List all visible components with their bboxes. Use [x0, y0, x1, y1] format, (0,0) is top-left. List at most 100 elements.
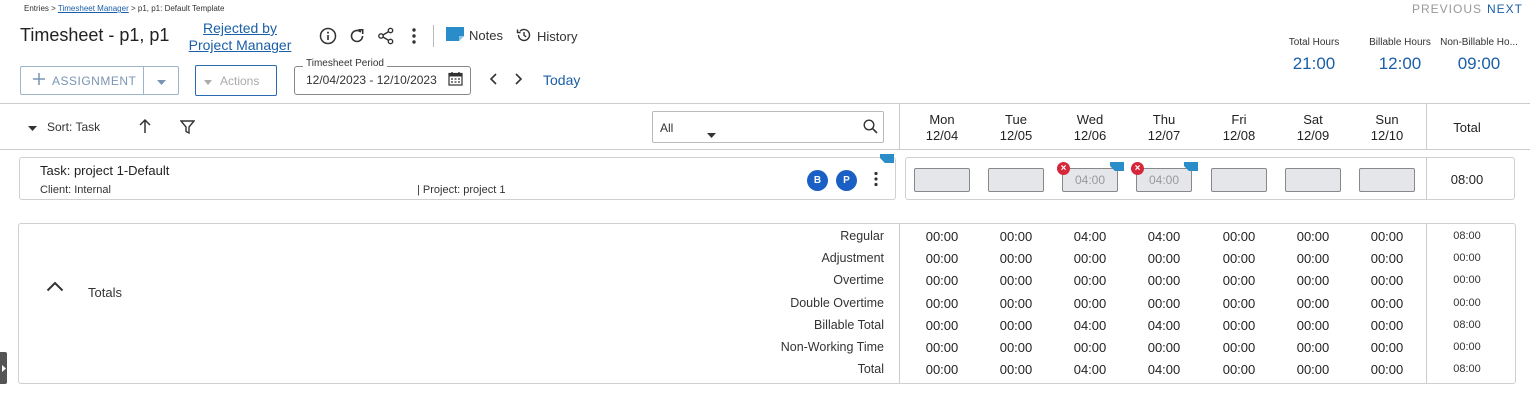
totals-cell-sat: 00:00: [1296, 273, 1330, 288]
filter-icon[interactable]: [179, 120, 196, 139]
hours-input-thu[interactable]: 04:00: [1136, 168, 1192, 192]
calendar-icon[interactable]: [448, 71, 463, 91]
day-date: 12/08: [1222, 128, 1256, 143]
history-label: History: [537, 29, 578, 44]
breadcrumb-root[interactable]: Entries: [24, 4, 49, 13]
totals-cell-sun: 00:00: [1370, 340, 1404, 355]
side-panel-toggle[interactable]: [0, 352, 7, 384]
info-icon[interactable]: [317, 25, 339, 47]
collapse-totals-icon[interactable]: [46, 279, 64, 297]
status-link[interactable]: Rejected by Project Manager: [180, 20, 300, 54]
totals-cell-sun: 00:00: [1370, 229, 1404, 244]
totals-cell-mon: 00:00: [925, 318, 959, 333]
previous-button[interactable]: PREVIOUS: [1412, 2, 1482, 16]
totals-cell-fri: 00:00: [1222, 229, 1256, 244]
page-title: Timesheet - p1, p1: [20, 25, 170, 45]
task-filter-dropdown[interactable]: [652, 111, 884, 143]
hours-input-mon[interactable]: [914, 168, 970, 192]
day-name: Fri: [1231, 112, 1247, 127]
totals-cell-tue: 00:00: [999, 251, 1033, 266]
assignment-dropdown-button[interactable]: [143, 66, 179, 95]
today-button[interactable]: Today: [543, 72, 580, 88]
day-name: Sun: [1375, 112, 1399, 127]
totals-row-label: Double Overtime: [790, 296, 884, 310]
column-separator: [899, 103, 900, 149]
hours-input-wed[interactable]: 04:00: [1062, 168, 1118, 192]
header-divider: [0, 149, 1530, 150]
assignment-label: ASSIGNMENT: [52, 73, 137, 88]
search-icon[interactable]: [863, 119, 878, 139]
caret-down-icon: [156, 72, 166, 90]
breadcrumb-separator: >: [128, 4, 138, 13]
totals-cell-wed: 04:00: [1073, 362, 1107, 377]
totals-cell-sun: 00:00: [1370, 318, 1404, 333]
hours-input-tue[interactable]: [988, 168, 1044, 192]
header-divider: [0, 103, 1530, 104]
totals-cell-thu: 00:00: [1147, 251, 1181, 266]
refresh-icon[interactable]: [346, 25, 368, 47]
totals-cell-thu: 00:00: [1147, 340, 1181, 355]
sort-control[interactable]: Sort: Task: [28, 120, 100, 134]
task-more-icon[interactable]: [873, 171, 879, 192]
totals-cell-wed: 00:00: [1073, 273, 1107, 288]
notes-button[interactable]: Notes: [446, 27, 503, 44]
totals-cell-tue: 00:00: [999, 318, 1033, 333]
day-date: 12/06: [1073, 128, 1107, 143]
totals-row-total: 08:00: [1453, 319, 1481, 331]
share-icon[interactable]: [375, 25, 397, 47]
totals-cell-wed: 00:00: [1073, 296, 1107, 311]
more-vertical-icon[interactable]: [403, 25, 425, 47]
totals-row-label: Adjustment: [821, 251, 884, 265]
day-header-wed: Wed 12/06: [1053, 112, 1127, 144]
day-date: 12/04: [925, 128, 959, 143]
billable-badge[interactable]: B: [807, 170, 828, 191]
history-button[interactable]: History: [516, 27, 577, 46]
rejected-error-icon[interactable]: ×: [1057, 162, 1070, 175]
day-date: 12/07: [1147, 128, 1181, 143]
hours-input-sun[interactable]: [1359, 168, 1415, 192]
history-icon: [516, 27, 532, 46]
notes-label: Notes: [469, 28, 503, 43]
day-header-tue: Tue 12/05: [979, 112, 1053, 144]
task-project: | Project: project 1: [417, 184, 506, 196]
sort-label: Sort: Task: [47, 120, 101, 134]
breadcrumb-timesheet-manager[interactable]: Timesheet Manager: [58, 4, 129, 13]
totals-cell-thu: 04:00: [1147, 229, 1181, 244]
totals-cell-thu: 00:00: [1147, 273, 1181, 288]
totals-cell-wed: 04:00: [1073, 318, 1107, 333]
totals-cell-fri: 00:00: [1222, 251, 1256, 266]
totals-cell-fri: 00:00: [1222, 296, 1256, 311]
day-name: Tue: [1005, 112, 1027, 127]
totals-cell-tue: 00:00: [999, 340, 1033, 355]
totals-cell-tue: 00:00: [999, 362, 1033, 377]
column-separator: [1426, 224, 1427, 383]
totals-cell-wed: 04:00: [1073, 229, 1107, 244]
totals-cell-thu: 00:00: [1147, 296, 1181, 311]
totals-cell-mon: 00:00: [925, 362, 959, 377]
totals-row-total: 00:00: [1453, 252, 1481, 264]
sort-ascending-icon[interactable]: [138, 118, 152, 139]
day-name: Mon: [929, 112, 955, 127]
next-button[interactable]: NEXT: [1487, 2, 1523, 16]
totals-row-total: 00:00: [1453, 341, 1481, 353]
totals-cell-mon: 00:00: [925, 251, 959, 266]
totals-cell-fri: 00:00: [1222, 362, 1256, 377]
timesheet-period-label: Timesheet Period: [303, 58, 387, 69]
day-header-fri: Fri 12/08: [1202, 112, 1276, 144]
add-assignment-button[interactable]: ASSIGNMENT: [20, 66, 144, 95]
totals-cell-fri: 00:00: [1222, 340, 1256, 355]
rejected-error-icon[interactable]: ×: [1131, 162, 1144, 175]
actions-dropdown[interactable]: Actions: [195, 65, 277, 96]
day-name: Thu: [1152, 112, 1176, 127]
project-badge[interactable]: P: [836, 170, 857, 191]
breadcrumb: Entries > Timesheet Manager > p1, p1: De…: [24, 4, 224, 13]
next-period-icon[interactable]: [511, 70, 527, 88]
previous-period-icon[interactable]: [485, 70, 501, 88]
caret-down-icon[interactable]: [707, 125, 716, 143]
timesheet-period-value[interactable]: 12/04/2023 - 12/10/2023: [306, 73, 437, 87]
hours-input-fri[interactable]: [1211, 168, 1267, 192]
hours-input-sat[interactable]: [1285, 168, 1341, 192]
totals-cell-sun: 00:00: [1370, 296, 1404, 311]
totals-cell-sat: 00:00: [1296, 340, 1330, 355]
totals-cell-wed: 00:00: [1073, 251, 1107, 266]
